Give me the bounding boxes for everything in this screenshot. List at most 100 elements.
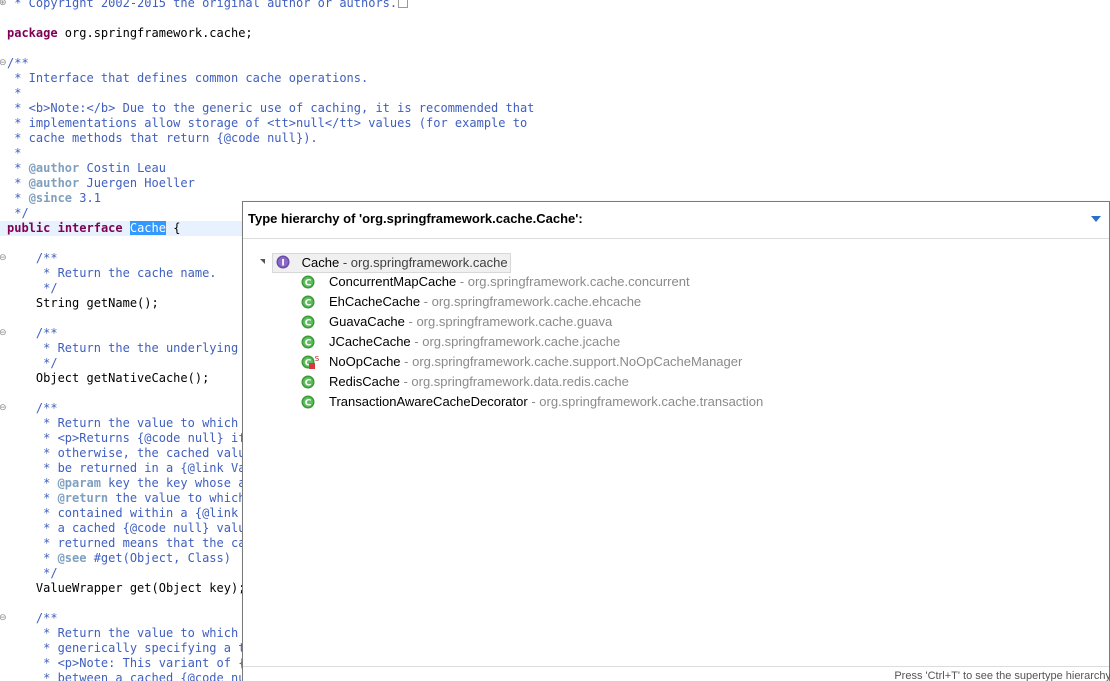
class-icon: C xyxy=(301,335,315,349)
code-text: * be returned in a {@link Val xyxy=(7,461,253,475)
code-text: * between a cached {@code nu xyxy=(7,671,246,681)
popup-status-bar: Press 'Ctrl+T' to see the supertype hier… xyxy=(243,666,1110,681)
code-line: * @author Costin Leau xyxy=(7,161,166,175)
code-text: */ xyxy=(7,281,58,295)
code-text: */ xyxy=(7,206,29,220)
code-text: * cache methods that return {@code null}… xyxy=(7,131,318,145)
expand-collapse-icon[interactable] xyxy=(260,259,265,264)
code-text: * contained within a {@link V xyxy=(7,506,253,520)
code-text: * Copyright 2002-2015 the original autho… xyxy=(7,0,409,11)
javadoc-tag: @return xyxy=(57,491,109,505)
class-icon: C xyxy=(301,315,315,329)
code-line: * <b>Note:</b> Due to the generic use of… xyxy=(0,101,1110,116)
code-text: * returned means that the cac xyxy=(7,536,253,550)
code-text: /** xyxy=(7,251,58,265)
code-line: ⊖ /** xyxy=(0,56,1110,71)
fold-marker-icon[interactable]: ⊖ xyxy=(0,401,7,416)
code-text: /** xyxy=(7,56,29,70)
type-package: - org.springframework.cache.guava xyxy=(404,314,613,329)
svg-text:C: C xyxy=(305,379,312,389)
type-package: - org.springframework.cache.support.NoOp… xyxy=(400,354,743,369)
svg-text:I: I xyxy=(281,259,284,269)
code-text: String getName(); xyxy=(7,296,159,310)
popup-title: Type hierarchy of 'org.springframework.c… xyxy=(248,211,583,226)
class-icon: C xyxy=(301,375,315,389)
collapsed-block-icon[interactable] xyxy=(398,0,409,8)
type-name: Cache xyxy=(301,255,340,270)
svg-text:C: C xyxy=(305,299,312,309)
javadoc-tag: @see xyxy=(57,551,87,565)
type-name: RedisCache xyxy=(329,374,400,389)
code-line: * Interface that defines common cache op… xyxy=(0,71,1110,86)
code-line: ⊕ * Copyright 2002-2015 the original aut… xyxy=(0,0,1110,11)
tree-node-root[interactable]: I Cache - org.springframework.cache xyxy=(243,253,1109,273)
code-text: * <p>Note: This variant of {@ xyxy=(7,656,253,670)
status-hint: Press 'Ctrl+T' to see the supertype hier… xyxy=(894,670,1110,681)
class-icon: C xyxy=(301,275,315,289)
code-line: * implementations allow storage of <tt>n… xyxy=(0,116,1110,131)
code-text: */ xyxy=(7,566,58,580)
root-node-label[interactable]: I Cache - org.springframework.cache xyxy=(272,253,511,273)
code-text: * Return the value to which t xyxy=(7,626,253,640)
class-icon: C xyxy=(301,395,315,409)
type-name: EhCacheCache xyxy=(329,294,421,309)
hierarchy-tree[interactable]: I Cache - org.springframework.cache C Co… xyxy=(243,246,1109,666)
type-package: - org.springframework.cache.jcache xyxy=(410,334,621,349)
fold-marker-icon[interactable]: ⊖ xyxy=(0,326,7,341)
type-name: ConcurrentMapCache xyxy=(329,274,457,289)
keyword: package xyxy=(7,26,58,40)
code-line: * @author Juergen Hoeller xyxy=(7,176,195,190)
code-text: * generically specifying a ty xyxy=(7,641,253,655)
code-text: * Return the cache name. xyxy=(7,266,217,280)
type-name: JCacheCache xyxy=(329,334,411,349)
code-text: /** xyxy=(7,401,58,415)
code-text: * Return the value to which t xyxy=(7,416,253,430)
type-package: - org.springframework.cache.transaction xyxy=(527,394,764,409)
type-package: - org.springframework.cache.concurrent xyxy=(456,274,690,289)
svg-text:C: C xyxy=(305,339,312,349)
popup-header: Type hierarchy of 'org.springframework.c… xyxy=(243,202,1109,239)
code-text: * xyxy=(7,146,22,160)
code-text: Object getNativeCache(); xyxy=(7,371,210,385)
code-line: * cache methods that return {@code null}… xyxy=(0,131,1110,146)
javadoc-tag: @param xyxy=(57,476,101,490)
javadoc-tag: @author xyxy=(28,176,80,190)
interface-icon: I xyxy=(276,255,290,269)
type-name: NoOpCache xyxy=(329,354,401,369)
type-name: GuavaCache xyxy=(329,314,405,329)
code-text: ValueWrapper get(Object key); xyxy=(7,581,246,595)
code-line: * xyxy=(0,86,1110,101)
fold-marker-icon[interactable]: ⊖ xyxy=(0,611,7,626)
keyword: interface xyxy=(57,221,123,235)
code-text: * otherwise, the cached value xyxy=(7,446,253,460)
code-line: * xyxy=(0,146,1110,161)
selected-identifier[interactable]: Cache xyxy=(129,221,166,235)
keyword: public xyxy=(7,221,51,235)
svg-text:C: C xyxy=(305,319,312,329)
class-icon: C xyxy=(301,295,315,309)
ide-window: ⊕ * Copyright 2002-2015 the original aut… xyxy=(0,0,1110,681)
code-text: * <p>Returns {@code null} if xyxy=(7,431,246,445)
code-text: * implementations allow storage of <tt>n… xyxy=(7,116,528,130)
fold-marker-icon[interactable]: ⊖ xyxy=(0,251,7,266)
javadoc-tag: @since xyxy=(28,191,73,205)
svg-text:C: C xyxy=(305,399,312,409)
code-text: /** xyxy=(7,326,58,340)
type-hierarchy-popup[interactable]: Type hierarchy of 'org.springframework.c… xyxy=(242,201,1110,681)
code-text: */ xyxy=(7,356,58,370)
code-text: org.springframework.cache; xyxy=(57,26,253,40)
fold-marker-icon[interactable]: ⊖ xyxy=(0,56,7,71)
type-package: - org.springframework.data.redis.cache xyxy=(399,374,629,389)
javadoc-tag: @author xyxy=(28,161,80,175)
view-menu-icon[interactable] xyxy=(1089,213,1103,225)
code-text: * xyxy=(7,86,22,100)
code-text: /** xyxy=(7,611,58,625)
type-package: - org.springframework.cache xyxy=(339,255,508,270)
code-text: * Interface that defines common cache op… xyxy=(7,71,369,85)
code-text: * <b>Note:</b> Due to the generic use of… xyxy=(7,101,535,115)
private-static-class-icon: C S xyxy=(301,355,319,369)
code-line: package org.springframework.cache; xyxy=(0,26,1110,41)
fold-marker-icon[interactable]: ⊕ xyxy=(0,0,7,11)
type-name: TransactionAwareCacheDecorator xyxy=(329,394,528,409)
type-package: - org.springframework.cache.ehcache xyxy=(420,294,642,309)
